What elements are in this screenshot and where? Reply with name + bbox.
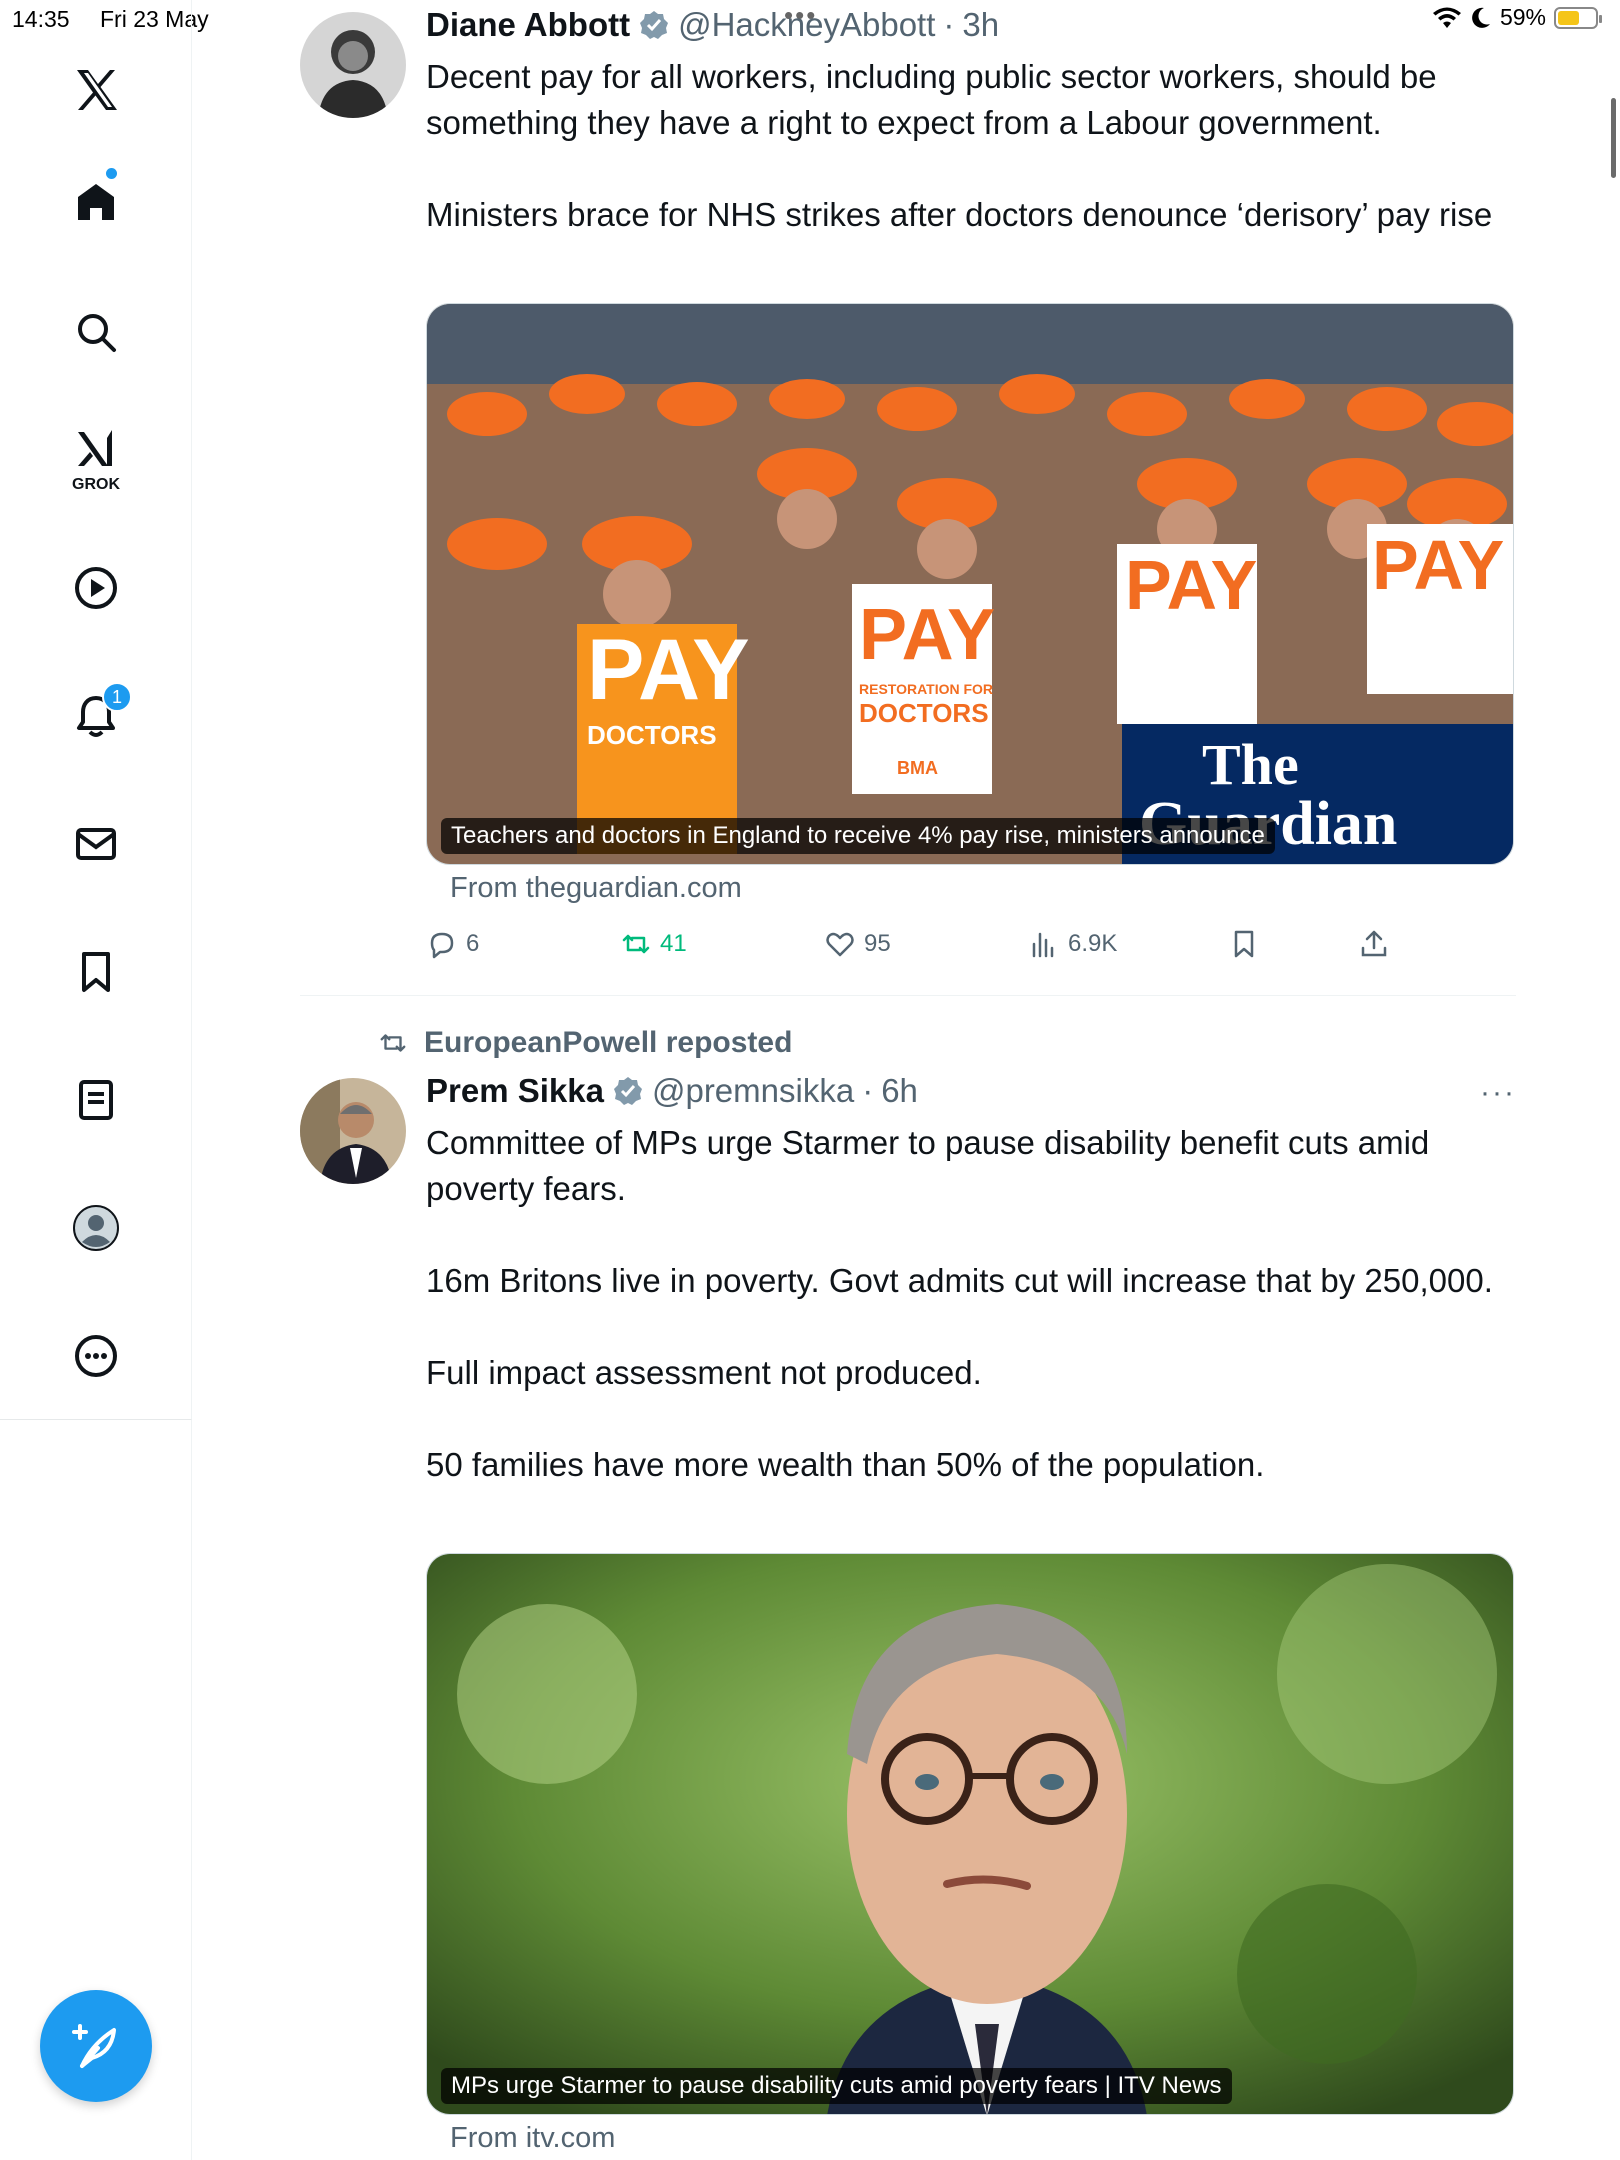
display-name[interactable]: Prem Sikka (426, 1072, 604, 1110)
card-caption: Teachers and doctors in England to recei… (441, 818, 1275, 854)
card-source[interactable]: From itv.com (450, 2122, 615, 2155)
verified-badge-icon (613, 1077, 642, 1105)
compose-button[interactable] (40, 1990, 152, 2102)
tweet-paragraph: Decent pay for all workers, including pu… (426, 58, 1437, 141)
tweet-actions: 6 41 95 6.9K (426, 928, 1516, 960)
placard-text-doctors-2: DOCTORS (859, 698, 989, 728)
views-icon (1032, 932, 1054, 958)
repost-indicator[interactable]: EuropeanPowell reposted (378, 1026, 792, 1060)
reply-icon (430, 932, 454, 959)
tweet-paragraph: Full impact assessment not produced. (426, 1354, 982, 1391)
repost-count: 41 (660, 930, 687, 957)
repost-icon (380, 1034, 406, 1052)
tweet-paragraph: Committee of MPs urge Starmer to pause d… (426, 1124, 1430, 1207)
video-icon (75, 567, 117, 609)
timestamp[interactable]: 6h (881, 1072, 918, 1110)
verified-badge-icon (640, 11, 669, 39)
lists-icon (79, 1080, 113, 1120)
bookmark-icon (1234, 930, 1254, 958)
more-icon (75, 1335, 117, 1377)
card-image-starmer (427, 1554, 1513, 2114)
placard-text-restoration-2: RESTORATION FOR (859, 681, 993, 697)
sidebar-border (191, 1420, 192, 2160)
more-options-icon[interactable]: ··· (1480, 1076, 1516, 1110)
nav-profile[interactable] (56, 1188, 136, 1268)
avatar[interactable] (300, 1078, 406, 1184)
card-source[interactable]: From theguardian.com (450, 872, 742, 905)
views-button[interactable]: 6.9K (1028, 928, 1228, 960)
placard-text-pay: PAY (587, 622, 750, 718)
nav-explore[interactable] (56, 292, 136, 372)
nav-grok[interactable]: GROK (56, 418, 136, 498)
timestamp[interactable]: 3h (962, 6, 999, 44)
scrollbar[interactable] (1611, 98, 1616, 178)
battery-icon (1554, 6, 1602, 29)
placard-pay-3: PAY (1117, 544, 1257, 724)
status-right: 59% (1432, 4, 1602, 31)
tweet-paragraph: 16m Britons live in poverty. Govt admits… (426, 1262, 1493, 1299)
share-button[interactable] (1358, 928, 1390, 960)
tweet-header: Prem Sikka @premnsikka · 6h (426, 1072, 918, 1110)
home-unread-dot (106, 168, 117, 179)
wifi-icon (1432, 7, 1461, 28)
like-count: 95 (864, 930, 891, 957)
nav-more[interactable] (56, 1316, 136, 1396)
link-card-itv[interactable]: MPs urge Starmer to pause disability cut… (426, 1553, 1514, 2115)
nav-home[interactable] (56, 162, 136, 242)
guardian-logo-the: The (1202, 732, 1299, 797)
repost-icon (622, 934, 650, 954)
tweet-text: Decent pay for all workers, including pu… (426, 54, 1516, 238)
card-image-protest: PAY DOCTORS PAY RESTORATION FOR DOCTORS … (427, 304, 1513, 864)
reply-button[interactable]: 6 (426, 928, 620, 960)
battery-percent: 59% (1499, 4, 1546, 30)
placard-pay-2: PAY RESTORATION FOR DOCTORS BMA (852, 584, 995, 794)
nav-notifications[interactable]: 1 (56, 676, 136, 756)
display-name[interactable]: Diane Abbott (426, 6, 630, 44)
bookmark-icon (82, 952, 110, 992)
tweet-text: Committee of MPs urge Starmer to pause d… (426, 1120, 1516, 1488)
nav-bookmarks[interactable] (56, 932, 136, 1012)
grok-label: GROK (72, 476, 120, 493)
nav-lists[interactable] (56, 1060, 136, 1140)
tweet-paragraph: Ministers brace for NHS strikes after do… (426, 196, 1493, 233)
like-button[interactable]: 95 (824, 928, 1028, 960)
placard-text-pay-4: PAY (1372, 526, 1504, 604)
placard-text-pay-2: PAY (859, 595, 995, 675)
moon-icon (1472, 7, 1490, 28)
tweet-divider (300, 995, 1516, 996)
notification-badge: 1 (102, 682, 132, 712)
nav-messages[interactable] (56, 804, 136, 884)
home-icon (78, 184, 114, 220)
separator: · (943, 6, 955, 43)
separator: · (862, 1072, 874, 1109)
reply-count: 6 (466, 930, 480, 957)
placard-text-bma: BMA (897, 758, 938, 778)
grok-icon (78, 430, 112, 466)
like-icon (826, 932, 854, 957)
avatar[interactable] (300, 12, 406, 118)
mail-icon (76, 828, 116, 860)
card-caption: MPs urge Starmer to pause disability cut… (441, 2068, 1232, 2104)
link-card-guardian[interactable]: PAY DOCTORS PAY RESTORATION FOR DOCTORS … (426, 303, 1514, 865)
sidebar: GROK 1 (0, 0, 192, 1420)
profile-icon (73, 1205, 119, 1251)
share-icon (1361, 930, 1387, 957)
views-count: 6.9K (1068, 930, 1118, 957)
tweet-header: Diane Abbott @HackneyAbbott · 3h (426, 6, 999, 44)
repost-by: EuropeanPowell reposted (424, 1026, 793, 1059)
placard-pay-4: PAY (1367, 524, 1513, 694)
placard-text-restoration: DOCTORS (587, 720, 717, 750)
handle[interactable]: @premnsikka (652, 1072, 854, 1110)
repost-button[interactable]: 41 (620, 928, 824, 960)
compose-feather-icon (72, 2024, 116, 2068)
handle[interactable]: @HackneyAbbott (678, 6, 935, 44)
tweet-paragraph: 50 families have more wealth than 50% of… (426, 1446, 1265, 1483)
bookmark-button[interactable] (1228, 928, 1358, 960)
search-icon (78, 314, 116, 352)
x-logo-icon[interactable] (56, 50, 136, 130)
placard-text-pay-3: PAY (1125, 546, 1257, 624)
nav-video[interactable] (56, 548, 136, 628)
